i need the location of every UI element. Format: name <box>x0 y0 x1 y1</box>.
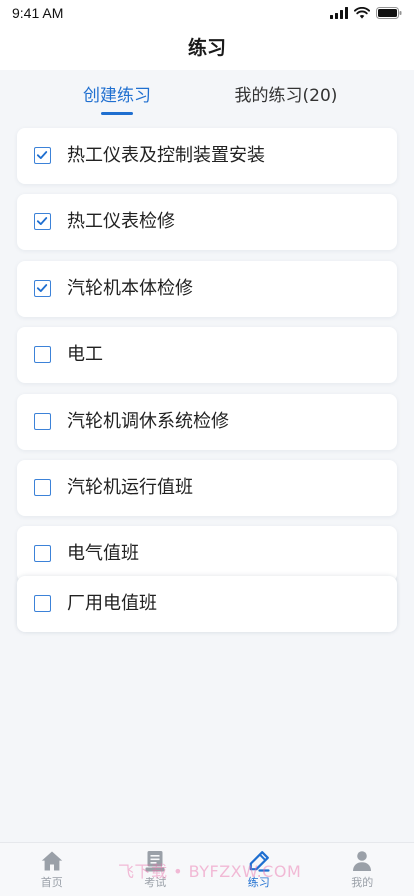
checkmark-icon <box>36 284 48 293</box>
tab-bar-label: 练习 <box>247 876 270 889</box>
tab-bar-item-home[interactable]: 首页 <box>0 843 104 896</box>
tab-bar-label: 首页 <box>40 876 63 889</box>
practice-tabs: 创建练习 我的练习(20) <box>0 70 414 120</box>
status-time: 9:41 AM <box>12 5 64 21</box>
status-bar: 9:41 AM <box>0 0 414 26</box>
signal-icon <box>330 7 348 19</box>
practice-item-label: 热工仪表及控制装置安装 <box>67 145 265 166</box>
wifi-icon <box>354 7 370 19</box>
pencil-icon <box>249 851 270 872</box>
checkbox[interactable] <box>34 413 51 430</box>
practice-item[interactable]: 厂用电值班 <box>17 576 397 632</box>
practice-item[interactable]: 电气值班 <box>17 526 397 582</box>
tab-bar-label: 考试 <box>144 876 167 889</box>
checkmark-icon <box>36 151 48 160</box>
practice-item-label: 汽轮机运行值班 <box>67 477 193 498</box>
tab-active-indicator <box>101 112 133 115</box>
tab-bar-item-exam[interactable]: 考试 <box>104 843 208 896</box>
tab-label: 我的练习(20) <box>234 86 338 106</box>
practice-item[interactable]: 热工仪表及控制装置安装 <box>17 128 397 184</box>
status-icons <box>330 6 402 20</box>
practice-item[interactable]: 汽轮机本体检修 <box>17 261 397 317</box>
checkbox[interactable] <box>34 479 51 496</box>
bottom-tab-bar: 首页 考试 练习 我的 <box>0 842 414 896</box>
practice-item-label: 厂用电值班 <box>67 593 157 614</box>
tab-bar-label: 我的 <box>351 876 374 889</box>
checkbox[interactable] <box>34 545 51 562</box>
exam-icon <box>145 851 165 872</box>
battery-icon <box>376 7 402 19</box>
practice-item[interactable]: 热工仪表检修 <box>17 194 397 250</box>
tab-bar-item-practice[interactable]: 练习 <box>207 843 311 896</box>
checkbox[interactable] <box>34 213 51 230</box>
tab-label: 创建练习 <box>83 86 151 106</box>
tab-my-practice[interactable]: 我的练习(20) <box>216 84 356 108</box>
header: 练习 <box>0 26 414 70</box>
checkbox[interactable] <box>34 346 51 363</box>
practice-item-label: 汽轮机调休系统检修 <box>67 411 229 432</box>
practice-item-label: 电工 <box>67 344 103 365</box>
practice-item-label: 汽轮机本体检修 <box>67 278 193 299</box>
page-title: 练习 <box>187 37 226 59</box>
checkmark-icon <box>36 217 48 226</box>
practice-item[interactable]: 汽轮机运行值班 <box>17 460 397 516</box>
checkbox[interactable] <box>34 280 51 297</box>
home-icon <box>41 851 62 871</box>
practice-item[interactable]: 电工 <box>17 327 397 383</box>
tab-bar-item-mine[interactable]: 我的 <box>311 843 414 896</box>
practice-item-label: 热工仪表检修 <box>67 211 175 232</box>
checkbox[interactable] <box>34 595 51 612</box>
checkbox[interactable] <box>34 147 51 164</box>
tab-create-practice[interactable]: 创建练习 <box>57 84 177 115</box>
practice-item[interactable]: 汽轮机调休系统检修 <box>17 394 397 450</box>
practice-item-label: 电气值班 <box>67 543 139 564</box>
user-icon <box>353 851 372 871</box>
